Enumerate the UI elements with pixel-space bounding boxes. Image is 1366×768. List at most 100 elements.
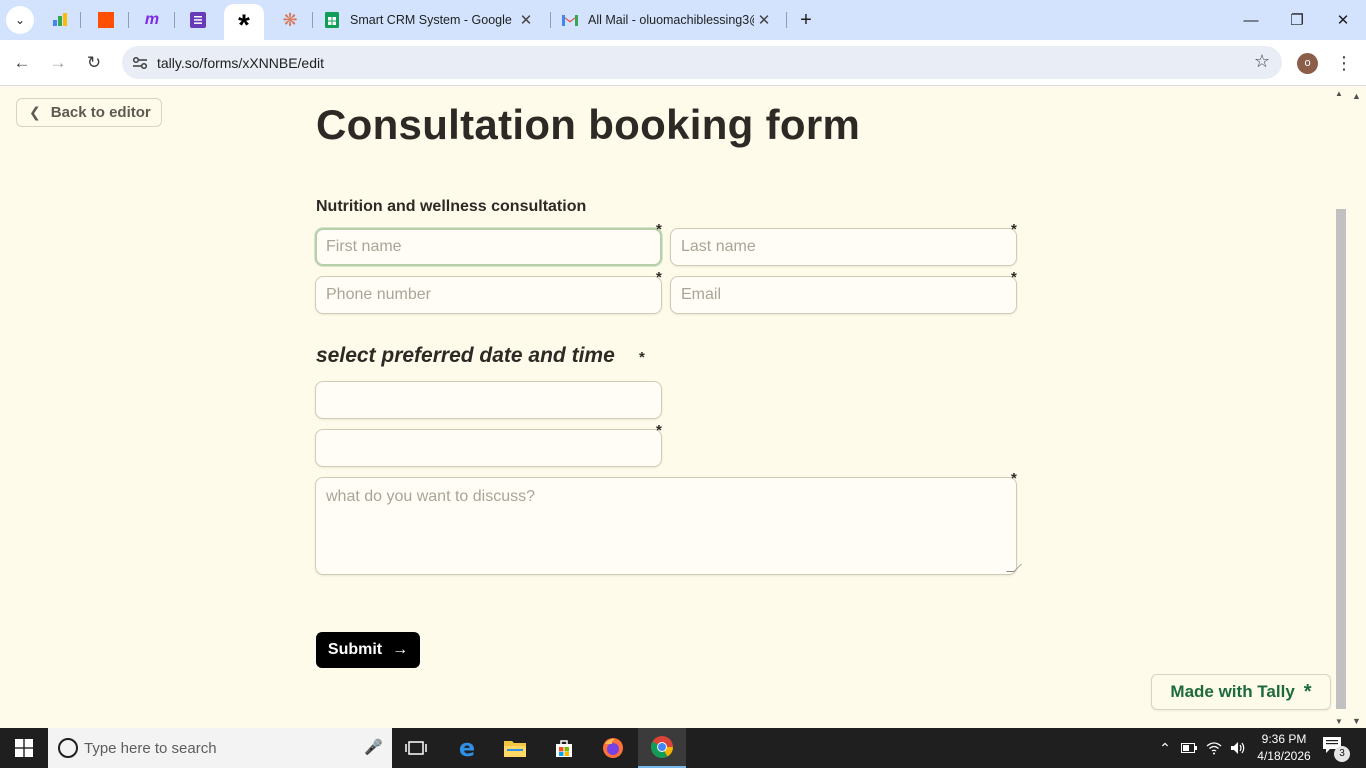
pinned-tab-2[interactable] [94, 8, 118, 32]
time-field[interactable] [315, 429, 662, 467]
active-tab-tally[interactable]: * [224, 4, 264, 42]
first-name-field[interactable]: First name [315, 228, 662, 266]
system-clock[interactable]: 9:36 PM 4/18/2026 [1252, 731, 1316, 765]
pinned-tab-3[interactable]: m [140, 8, 164, 32]
plus-icon: + [800, 9, 812, 31]
gmail-icon [562, 12, 578, 28]
start-button[interactable] [0, 728, 48, 768]
browser-toolbar: ← → ↻ tally.so/forms/xXNNBE/edit ☆ [0, 40, 1366, 86]
minimize-icon: — [1243, 11, 1259, 29]
taskbar-store[interactable] [540, 728, 588, 768]
reload-button[interactable]: ↻ [79, 48, 109, 78]
profile-avatar[interactable]: o [1297, 53, 1318, 74]
notification-count-badge: 3 [1334, 746, 1350, 762]
tab-google-sheets[interactable]: Smart CRM System - Google Sheets ✕ [324, 6, 536, 34]
arrow-right-icon: → [392, 641, 409, 658]
task-view-button[interactable] [392, 728, 440, 768]
reload-icon: ↻ [86, 53, 102, 72]
question-title: select preferred date and time [316, 344, 615, 367]
taskbar-file-explorer[interactable] [491, 728, 539, 768]
tab-gmail[interactable]: All Mail - oluomachiblessing3@gmail.com … [562, 6, 774, 34]
phone-placeholder: Phone number [326, 286, 431, 303]
pinned-tab-1[interactable] [48, 8, 72, 32]
scrollbar-thumb[interactable] [1336, 209, 1346, 709]
microphone-icon[interactable]: 🎤 [364, 738, 383, 756]
colorful-app-icon [53, 13, 67, 26]
taskbar-chrome[interactable] [638, 728, 686, 768]
page-content: ❮ Back to editor Consultation booking fo… [0, 87, 1334, 728]
discussion-textarea[interactable]: what do you want to discuss? [315, 477, 1022, 575]
taskbar-search-box[interactable]: Type here to search 🎤 [48, 728, 392, 768]
folder-icon [504, 741, 526, 757]
pinned-tab-4[interactable] [186, 8, 210, 32]
tab-search-dropdown-button[interactable]: ⌄ [6, 6, 34, 34]
page-scrollbar[interactable]: ▲ ▼ ▲ ▼ [1334, 87, 1366, 728]
phone-number-field[interactable]: Phone number [315, 276, 662, 314]
submit-button[interactable]: Submit → [316, 632, 420, 668]
first-name-placeholder: First name [326, 238, 402, 255]
back-to-editor-label: Back to editor [50, 104, 151, 121]
forward-button[interactable]: → [43, 48, 73, 78]
site-settings-icon[interactable] [130, 53, 150, 73]
close-window-button[interactable]: ✕ [1320, 0, 1366, 40]
windows-logo-icon [15, 739, 33, 757]
chevron-up-icon: ⌃ [1159, 739, 1171, 756]
arrow-left-icon: ← [13, 53, 31, 72]
taskbar-search-placeholder: Type here to search [84, 740, 217, 757]
claude-starburst-icon: ❋ [282, 10, 298, 30]
last-name-placeholder: Last name [681, 238, 756, 255]
clock-time: 9:36 PM [1261, 732, 1307, 746]
required-marker: * [1011, 221, 1017, 238]
close-icon[interactable]: ✕ [754, 11, 774, 29]
clock-date: 4/18/2026 [1257, 749, 1311, 763]
resize-handle-icon[interactable] [1006, 564, 1022, 572]
back-to-editor-button[interactable]: ❮ Back to editor [16, 98, 162, 127]
edge-icon: e [458, 734, 476, 762]
bookmark-star-icon[interactable]: ☆ [1254, 51, 1270, 72]
pinned-tab-5[interactable]: ❋ [278, 8, 302, 32]
new-tab-button[interactable]: + [794, 6, 818, 34]
scroll-up-icon[interactable]: ▲ [1335, 89, 1343, 98]
required-marker: * [656, 422, 662, 439]
date-field[interactable] [315, 381, 662, 419]
tally-asterisk-icon: * [238, 9, 250, 42]
outer-scroll-down-icon[interactable]: ▼ [1352, 716, 1361, 726]
microsoft-store-icon [556, 740, 572, 757]
url-text[interactable]: tally.so/forms/xXNNBE/edit [157, 55, 324, 71]
tab-title: Smart CRM System - Google Sheets [350, 13, 516, 27]
taskbar-edge[interactable]: e [443, 728, 491, 768]
task-view-icon [405, 741, 427, 755]
required-marker: * [656, 221, 662, 238]
scroll-down-icon[interactable]: ▼ [1335, 717, 1343, 726]
tab-strip: ⌄ m * ❋ Smart CRM System - Google Sheets… [0, 0, 1366, 42]
required-marker: * [1011, 269, 1017, 286]
required-marker: * [1011, 470, 1017, 487]
address-bar[interactable]: tally.so/forms/xXNNBE/edit ☆ [122, 46, 1282, 79]
notifications-button[interactable]: 3 [1322, 736, 1350, 762]
taskbar-firefox[interactable] [589, 728, 637, 768]
restore-button[interactable]: ❐ [1274, 0, 1320, 40]
browser-menu-icon[interactable]: ⋮ [1334, 50, 1354, 76]
made-with-tally-badge[interactable]: Made with Tally * [1151, 674, 1331, 710]
section-label: Nutrition and wellness consultation [316, 198, 587, 215]
show-hidden-icons-button[interactable]: ⌃ [1155, 728, 1175, 768]
windows-taskbar: Type here to search 🎤 e ⌃ 9:36 PM 4/18/2 [0, 728, 1366, 768]
email-field[interactable]: Email [670, 276, 1017, 314]
tally-asterisk-icon: * [1303, 681, 1312, 703]
minimize-button[interactable]: — [1228, 0, 1274, 40]
volume-icon[interactable] [1227, 728, 1249, 768]
form-title: Consultation booking form [316, 101, 861, 148]
close-icon[interactable]: ✕ [516, 11, 536, 29]
required-marker: * [656, 269, 662, 286]
last-name-field[interactable]: Last name [670, 228, 1017, 266]
close-icon: ✕ [1336, 12, 1350, 29]
required-marker: * [639, 349, 645, 366]
battery-icon[interactable] [1178, 728, 1200, 768]
outer-scroll-up-icon[interactable]: ▲ [1352, 91, 1361, 101]
chevron-left-icon: ❮ [29, 104, 41, 120]
submit-label: Submit [327, 641, 383, 658]
back-button[interactable]: ← [7, 48, 37, 78]
made-with-tally-label: Made with Tally [1170, 682, 1295, 701]
chrome-icon [651, 736, 673, 758]
wifi-icon[interactable] [1203, 728, 1225, 768]
